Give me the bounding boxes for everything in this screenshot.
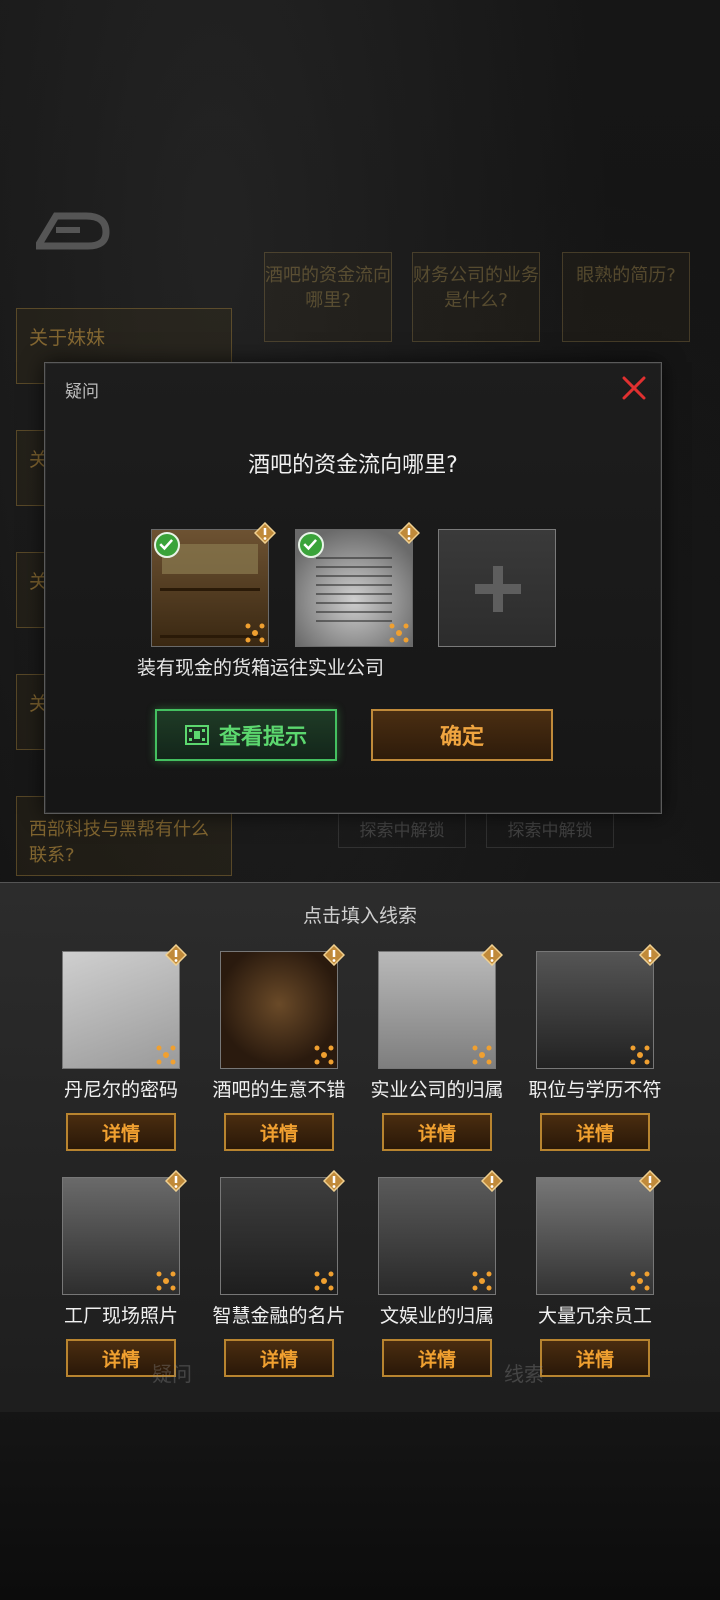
back-logo-icon[interactable] — [36, 206, 110, 250]
confirm-button[interactable]: 确定 — [371, 709, 553, 761]
link-icon — [630, 1271, 650, 1291]
question-text: 酒吧的资金流向哪里? — [248, 453, 458, 478]
clue-name: 职位与学历不符 — [528, 1079, 662, 1101]
clue-name: 智慧金融的名片 — [212, 1305, 346, 1327]
warning-icon — [398, 522, 420, 544]
warning-icon — [481, 1170, 503, 1192]
clue-card[interactable]: 酒吧的生意不错 详情 — [194, 944, 364, 1171]
link-icon — [389, 623, 409, 643]
clue-image[interactable] — [378, 944, 503, 1069]
check-icon — [298, 532, 324, 558]
link-icon — [630, 1045, 650, 1065]
clue-panel: 点击填入线索 丹尼尔的密码 详情 酒吧的生意不错 详情 实业公司的归属 详情 职位与学历不符… — [0, 882, 720, 1413]
warning-icon — [323, 944, 345, 966]
bg-locked-label: 探索中解锁 — [338, 812, 466, 848]
link-icon — [156, 1271, 176, 1291]
clue-detail-button[interactable]: 详情 — [224, 1339, 334, 1377]
bg-question-card: 财务公司的业务是什么? — [412, 252, 540, 342]
clue-image[interactable] — [62, 944, 187, 1069]
clue-detail-button[interactable]: 详情 — [224, 1113, 334, 1151]
dialog-title: 疑问 — [65, 382, 99, 402]
warning-icon — [165, 1170, 187, 1192]
clue-image[interactable] — [220, 1170, 345, 1295]
clue-panel-title: 点击填入线索 — [302, 905, 417, 927]
film-icon — [184, 725, 209, 745]
warning-icon — [639, 1170, 661, 1192]
close-icon[interactable] — [621, 375, 647, 401]
clue-card[interactable]: 职位与学历不符 详情 — [510, 944, 680, 1171]
bg-locked-label: 探索中解锁 — [486, 812, 614, 848]
bg-tab-questions: 疑问 — [152, 1362, 192, 1386]
warning-icon — [481, 944, 503, 966]
clue-card[interactable]: 文娱业的归属 详情 — [352, 1170, 522, 1397]
link-icon — [314, 1045, 334, 1065]
view-hint-button[interactable]: 查看提示 — [155, 709, 337, 761]
bg-question-card: 酒吧的资金流向哪里? — [264, 252, 392, 342]
clue-card[interactable]: 丹尼尔的密码 详情 — [36, 944, 206, 1171]
link-icon — [472, 1045, 492, 1065]
warning-icon — [165, 944, 187, 966]
bg-question-card: 眼熟的简历? — [562, 252, 690, 342]
clue-image[interactable] — [536, 944, 661, 1069]
answer-slot-1[interactable] — [151, 522, 276, 647]
clue-name: 实业公司的归属 — [370, 1079, 504, 1101]
check-icon — [154, 532, 180, 558]
clue-detail-button[interactable]: 详情 — [66, 1113, 176, 1151]
clue-detail-button[interactable]: 详情 — [540, 1339, 650, 1377]
clue-name: 文娱业的归属 — [379, 1305, 494, 1327]
document-image — [306, 550, 402, 629]
confirm-label: 确定 — [439, 725, 484, 750]
link-icon — [245, 623, 265, 643]
clue-name: 酒吧的生意不错 — [212, 1079, 346, 1101]
clue-name: 大量冗余员工 — [537, 1305, 652, 1327]
clue-detail-button[interactable]: 详情 — [382, 1339, 492, 1377]
warning-icon — [254, 522, 276, 544]
warning-icon — [323, 1170, 345, 1192]
clue-detail-button[interactable]: 详情 — [382, 1113, 492, 1151]
clue-detail-button[interactable]: 详情 — [540, 1113, 650, 1151]
bg-tab-clues: 线索 — [504, 1362, 544, 1386]
question-dialog: 疑问 酒吧的资金流向哪里? 装有现金的货箱运往实业公司 查看提示 确定 — [44, 362, 662, 814]
slot-caption: 装有现金的货箱运往实业公司 — [137, 657, 385, 679]
link-icon — [472, 1271, 492, 1291]
link-icon — [314, 1271, 334, 1291]
plus-icon — [475, 566, 521, 612]
clue-name: 工厂现场照片 — [63, 1305, 178, 1327]
clue-card[interactable]: 实业公司的归属 详情 — [352, 944, 522, 1171]
link-icon — [156, 1045, 176, 1065]
clue-image[interactable] — [378, 1170, 503, 1295]
clue-image[interactable] — [62, 1170, 187, 1295]
answer-slot-2[interactable] — [295, 522, 420, 647]
clue-image[interactable] — [536, 1170, 661, 1295]
clue-name: 丹尼尔的密码 — [63, 1079, 178, 1101]
warning-icon — [639, 944, 661, 966]
answer-slot-empty[interactable] — [438, 529, 556, 647]
bottom-background — [0, 1412, 720, 1600]
clue-image[interactable] — [220, 944, 345, 1069]
view-hint-label: 查看提示 — [218, 725, 307, 750]
clue-card[interactable]: 智慧金融的名片 详情 — [194, 1170, 364, 1397]
